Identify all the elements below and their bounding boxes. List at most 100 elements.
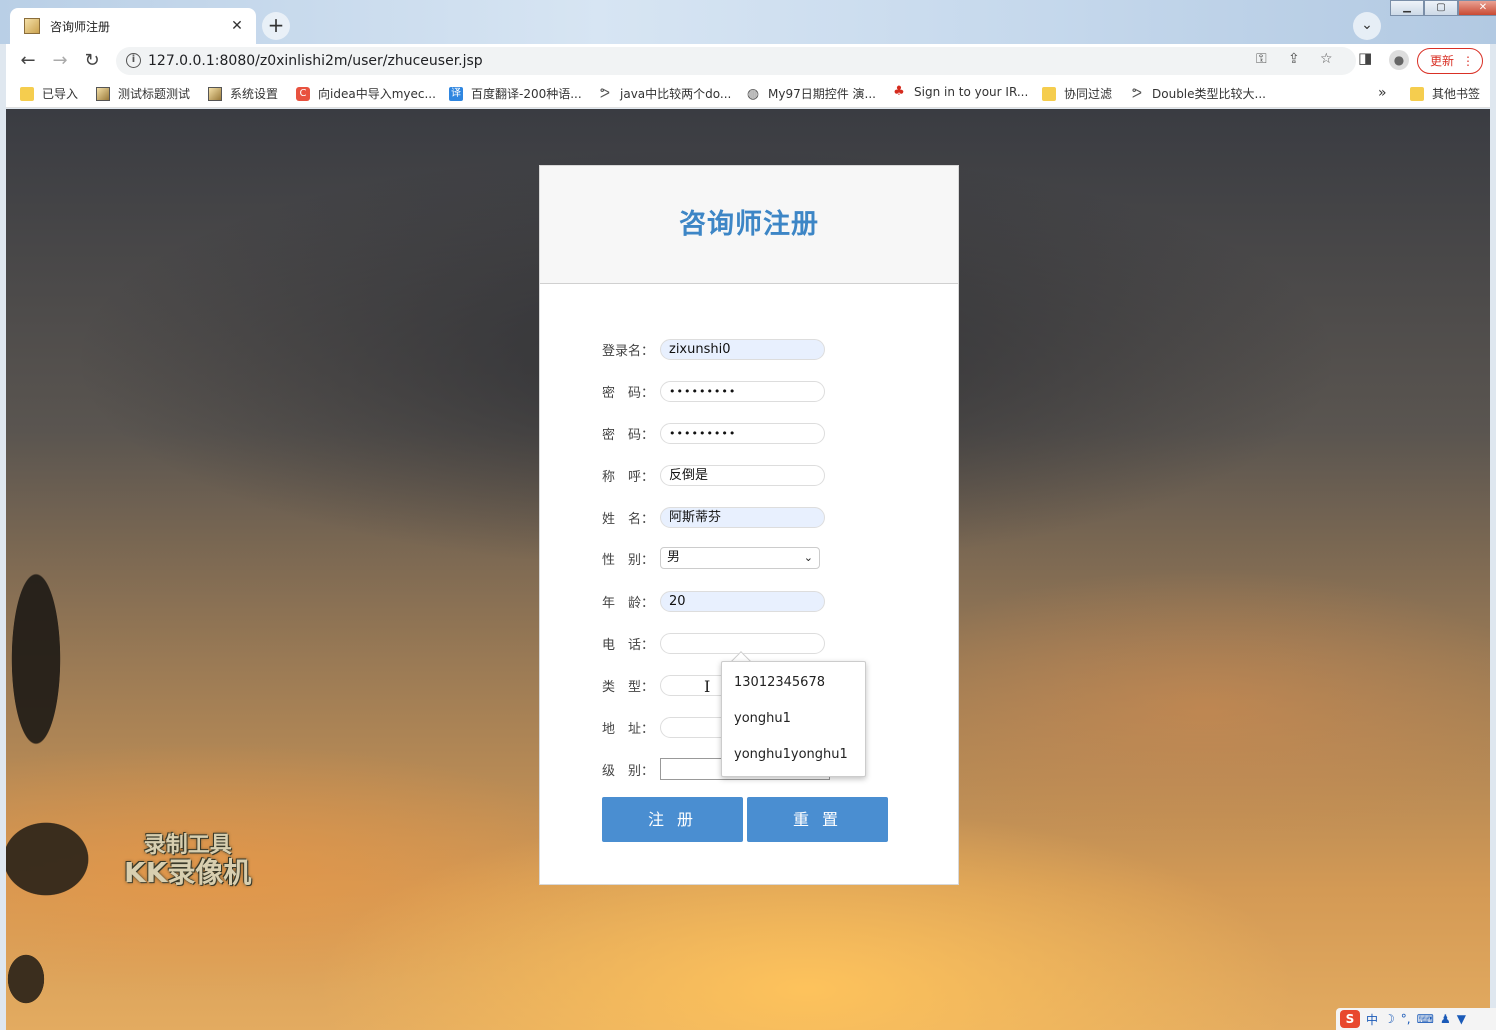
ime-status-bar: S 中 ☽ °, ⌨ ♟ ▼ [1336, 1008, 1496, 1030]
confirm-password-input[interactable]: ••••••••• [660, 422, 825, 444]
bookmark-item[interactable]: C 向idea中导入myec... [296, 85, 436, 102]
glyph-icon: ᕗ [599, 85, 611, 102]
user-icon[interactable]: ♟ [1440, 1012, 1451, 1026]
level-label: 级 别： [602, 763, 655, 779]
sogou-icon[interactable]: S [1340, 1010, 1360, 1028]
share-icon[interactable]: ⇪ [1288, 51, 1300, 67]
image-icon [208, 86, 222, 101]
login-input[interactable]: zixunshi0 [660, 338, 825, 360]
moon-icon[interactable]: ☽ [1384, 1012, 1395, 1026]
tab-strip: 咨询师注册 ✕ + ⌄ ▁ ▢ ✕ [0, 0, 1496, 44]
key-icon[interactable]: ⚿ [1256, 51, 1267, 67]
autocomplete-dropdown: 13012345678 yonghu1 yonghu1yonghu1 [721, 661, 866, 777]
star-icon[interactable]: ☆ [1320, 51, 1333, 67]
other-bookmarks[interactable]: 其他书签 [1410, 85, 1480, 102]
phone-label: 电 话： [602, 637, 655, 653]
page-title: 咨询师注册 [679, 209, 819, 240]
tab-active[interactable]: 咨询师注册 ✕ [10, 8, 256, 44]
keyboard-icon[interactable]: ⌨ [1417, 1012, 1434, 1026]
address-bar[interactable]: i 127.0.0.1:8080/z0xinlishi2m/user/zhuce… [116, 47, 1356, 75]
forward-arrow-icon[interactable]: → [48, 49, 72, 73]
page-favicon-icon [24, 18, 40, 34]
tab-close-icon[interactable]: ✕ [228, 18, 246, 34]
side-panel-icon[interactable]: ◨ [1358, 49, 1372, 67]
shirt-icon[interactable]: ▼ [1457, 1012, 1466, 1026]
nickname-label: 称 呼： [602, 469, 655, 485]
translate-icon: 译 [449, 86, 463, 101]
reset-button[interactable]: 重 置 [747, 797, 888, 842]
update-button[interactable]: 更新 ⋮ [1417, 48, 1483, 74]
menu-dots-icon[interactable]: ⋮ [1462, 49, 1474, 73]
confirm-password-label: 密 码： [602, 427, 655, 443]
c-icon: C [296, 86, 310, 101]
bookmark-item[interactable]: 已导入 [20, 85, 78, 102]
bookmark-item[interactable]: 译百度翻译-200种语... [449, 85, 582, 102]
row-gender: 性 别： 男 ⌄ [602, 547, 820, 569]
bookmark-item[interactable]: ♣ Sign in to your IR... [892, 84, 1028, 100]
punctuation-icon[interactable]: °, [1401, 1012, 1411, 1026]
tab-search-button[interactable]: ⌄ [1353, 12, 1381, 40]
maximize-icon[interactable]: ▢ [1424, 0, 1458, 16]
name-label: 姓 名： [602, 511, 655, 527]
tree-silhouette [6, 539, 116, 1019]
update-label: 更新 [1430, 54, 1455, 68]
age-input[interactable]: 20 [660, 590, 825, 612]
browser-toolbar: ← → ↻ i 127.0.0.1:8080/z0xinlishi2m/user… [6, 44, 1490, 78]
bookmark-item[interactable]: 协同过滤 [1042, 85, 1112, 102]
row-password: 密 码： ••••••••• [602, 380, 825, 402]
row-name: 姓 名： 阿斯蒂芬 [602, 506, 825, 528]
bookmark-item[interactable]: 测试标题测试 [96, 85, 190, 102]
gender-label: 性 别： [602, 552, 655, 568]
password-input[interactable]: ••••••••• [660, 380, 825, 402]
address-label: 地 址： [602, 721, 655, 737]
url-text[interactable]: 127.0.0.1:8080/z0xinlishi2m/user/zhuceus… [148, 53, 483, 69]
chevron-down-icon: ⌄ [803, 551, 813, 564]
name-input[interactable]: 阿斯蒂芬 [660, 506, 825, 528]
page-background: 录制工具 KK录像机 咨询师注册 登录名： zixunshi0 密 码： •••… [6, 109, 1490, 1030]
text-cursor-icon: I [704, 677, 711, 696]
bookmark-item[interactable]: ᕗ Double类型比较大... [1130, 85, 1266, 102]
login-label: 登录名： [602, 343, 655, 359]
row-confirm-password: 密 码： ••••••••• [602, 422, 825, 444]
password-label: 密 码： [602, 385, 655, 401]
globe-icon: ◍ [746, 85, 760, 102]
image-icon [96, 86, 110, 101]
card-header: 咨询师注册 [540, 166, 958, 284]
maple-leaf-icon: ♣ [893, 84, 905, 99]
gender-selected-value: 男 [667, 550, 681, 565]
window-close-icon[interactable]: ✕ [1458, 0, 1496, 16]
row-nickname: 称 呼： 反倒是 [602, 464, 825, 486]
profile-avatar-icon[interactable]: ● [1389, 50, 1409, 70]
row-age: 年 龄： 20 [602, 590, 825, 612]
autocomplete-option[interactable]: yonghu1yonghu1 [734, 747, 848, 762]
recorder-watermark: 录制工具 KK录像机 [124, 833, 252, 890]
phone-input[interactable] [660, 632, 825, 654]
folder-icon [1042, 86, 1056, 101]
bookmark-item[interactable]: ᕗ java中比较两个do... [598, 85, 731, 102]
folder-icon [1410, 86, 1424, 101]
bookmarks-overflow-icon[interactable]: » [1378, 85, 1387, 101]
folder-icon [20, 86, 34, 101]
site-info-icon[interactable]: i [126, 53, 141, 68]
autocomplete-option[interactable]: 13012345678 [734, 675, 825, 690]
nickname-input[interactable]: 反倒是 [660, 464, 825, 486]
age-label: 年 龄： [602, 595, 655, 611]
bookmarks-bar: 已导入 测试标题测试 系统设置 C 向idea中导入myec... 译百度翻译-2… [6, 78, 1490, 108]
autocomplete-option[interactable]: yonghu1 [734, 711, 791, 726]
gender-select[interactable]: 男 ⌄ [660, 547, 820, 569]
type-label: 类 型： [602, 679, 655, 695]
minimize-icon[interactable]: ▁ [1390, 0, 1424, 16]
register-card: 咨询师注册 登录名： zixunshi0 密 码： ••••••••• 密 码：… [539, 165, 959, 885]
reload-icon[interactable]: ↻ [80, 49, 104, 73]
bookmark-item[interactable]: ◍ My97日期控件 演... [746, 85, 876, 102]
glyph-icon: ᕗ [1131, 85, 1143, 102]
row-login: 登录名： zixunshi0 [602, 338, 825, 360]
ime-mode[interactable]: 中 [1366, 1011, 1378, 1028]
register-button[interactable]: 注 册 [602, 797, 743, 842]
window-controls: ▁ ▢ ✕ [1390, 0, 1496, 16]
tab-title: 咨询师注册 [50, 19, 111, 34]
row-phone: 电 话： [602, 632, 825, 654]
back-arrow-icon[interactable]: ← [16, 49, 40, 73]
new-tab-button[interactable]: + [262, 12, 290, 40]
bookmark-item[interactable]: 系统设置 [208, 85, 278, 102]
